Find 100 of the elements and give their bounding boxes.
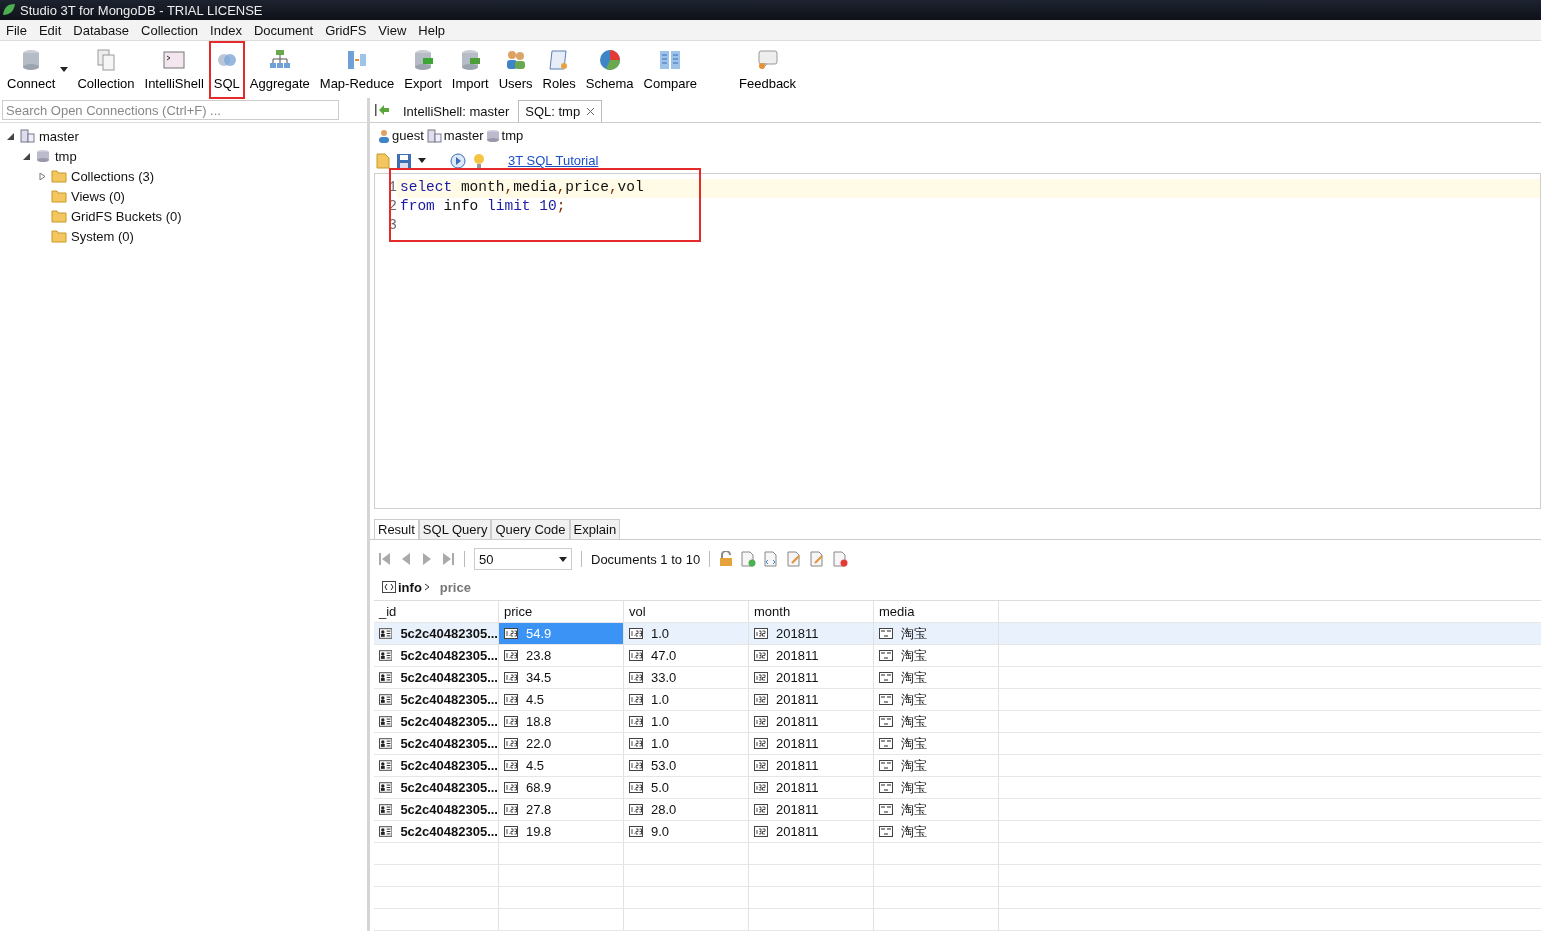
table-cell[interactable]: 淘宝: [874, 777, 999, 798]
toolbar-button[interactable]: Users: [493, 40, 538, 99]
table-cell[interactable]: 22.0: [499, 733, 624, 754]
table-cell[interactable]: 201811: [749, 623, 874, 644]
toolbar-button[interactable]: Aggregate: [244, 40, 315, 99]
menu-item[interactable]: Edit: [32, 22, 68, 38]
menu-item[interactable]: Collection: [135, 22, 205, 38]
caret-icon[interactable]: [559, 556, 567, 562]
table-cell[interactable]: 27.8: [499, 799, 624, 820]
menu-item[interactable]: Document: [247, 22, 320, 38]
table-cell[interactable]: 47.0: [624, 645, 749, 666]
table-cell[interactable]: 淘宝: [874, 667, 999, 688]
table-row[interactable]: 5c2c40482305... 4.5 1.0 201811 淘宝: [374, 689, 1541, 711]
tree-item[interactable]: Collections (3): [71, 168, 155, 184]
column-header[interactable]: media: [874, 601, 999, 622]
table-cell[interactable]: 1.0: [624, 711, 749, 732]
column-header[interactable]: _id: [374, 601, 499, 622]
toolbar-button[interactable]: Export: [399, 40, 447, 99]
table-cell[interactable]: 淘宝: [874, 799, 999, 820]
collection-name[interactable]: info: [398, 579, 422, 595]
table-cell[interactable]: 23.8: [499, 645, 624, 666]
search-field[interactable]: Search Open Connections (Ctrl+F) ...: [2, 100, 339, 120]
table-cell[interactable]: 4.5: [499, 689, 624, 710]
menu-item[interactable]: GridFS: [319, 22, 373, 38]
table-cell[interactable]: 201811: [749, 689, 874, 710]
table-cell[interactable]: 淘宝: [874, 711, 999, 732]
menu-item[interactable]: Database: [67, 22, 135, 38]
result-tab[interactable]: Query Code: [491, 519, 570, 540]
tree-item[interactable]: GridFS Buckets (0): [71, 208, 182, 224]
table-row[interactable]: 5c2c40482305... 19.8 9.0 201811 淘宝: [374, 821, 1541, 843]
result-tab[interactable]: Result: [374, 519, 419, 540]
table-cell[interactable]: 201811: [749, 733, 874, 754]
caret-icon[interactable]: [418, 158, 426, 164]
table-row[interactable]: 5c2c40482305... 27.8 28.0 201811 淘宝: [374, 799, 1541, 821]
toolbar-button[interactable]: Import: [446, 40, 494, 99]
table-cell[interactable]: 4.5: [499, 755, 624, 776]
table-cell[interactable]: 1.0: [624, 733, 749, 754]
table-row[interactable]: 5c2c40482305... 22.0 1.0 201811 淘宝: [374, 733, 1541, 755]
table-cell[interactable]: 18.8: [499, 711, 624, 732]
table-row[interactable]: 5c2c40482305... 18.8 1.0 201811 淘宝: [374, 711, 1541, 733]
tree-item[interactable]: Views (0): [71, 188, 125, 204]
result-tab[interactable]: SQL Query: [418, 519, 492, 540]
table-cell[interactable]: 5c2c40482305...: [374, 755, 499, 776]
expander-icon[interactable]: [22, 152, 31, 160]
table-cell[interactable]: 201811: [749, 799, 874, 820]
toolbar-button[interactable]: Schema: [580, 40, 639, 99]
menu-item[interactable]: File: [0, 22, 33, 38]
table-cell[interactable]: 9.0: [624, 821, 749, 842]
table-cell[interactable]: 1.0: [624, 689, 749, 710]
table-cell[interactable]: 淘宝: [874, 689, 999, 710]
table-cell[interactable]: 68.9: [499, 777, 624, 798]
tree-item[interactable]: System (0): [71, 228, 134, 244]
table-cell[interactable]: 5c2c40482305...: [374, 711, 499, 732]
editor-tab[interactable]: IntelliShell: master: [396, 99, 517, 122]
delete-documents-icon[interactable]: [832, 551, 849, 568]
table-cell[interactable]: 5c2c40482305...: [374, 689, 499, 710]
table-cell[interactable]: 淘宝: [874, 821, 999, 842]
menu-item[interactable]: View: [372, 22, 413, 38]
toolbar-button[interactable]: Connect: [2, 40, 61, 99]
toolbar-button[interactable]: SQL: [208, 40, 245, 99]
caret-icon[interactable]: [60, 67, 69, 72]
toolbar-button[interactable]: Map-Reduce: [314, 40, 400, 99]
result-tab[interactable]: Explain: [569, 519, 621, 540]
table-cell[interactable]: 5.0: [624, 777, 749, 798]
tree-item[interactable]: master: [39, 128, 79, 144]
table-row[interactable]: 5c2c40482305... 68.9 5.0 201811 淘宝: [374, 777, 1541, 799]
table-cell[interactable]: 19.8: [499, 821, 624, 842]
table-cell[interactable]: 1.0: [624, 623, 749, 644]
page-size-dropdown[interactable]: 50: [474, 548, 572, 571]
run-icon[interactable]: [450, 152, 466, 169]
table-cell[interactable]: 5c2c40482305...: [374, 821, 499, 842]
toolbar-button[interactable]: Feedback: [734, 40, 802, 99]
code-document-icon[interactable]: [763, 551, 780, 568]
menu-item[interactable]: Help: [412, 22, 452, 38]
tree-item[interactable]: tmp: [55, 148, 77, 164]
table-cell[interactable]: 34.5: [499, 667, 624, 688]
table-cell[interactable]: 201811: [749, 667, 874, 688]
menu-item[interactable]: Index: [204, 22, 248, 38]
table-cell[interactable]: 5c2c40482305...: [374, 799, 499, 820]
edit-document-icon[interactable]: [786, 551, 803, 568]
table-cell[interactable]: 5c2c40482305...: [374, 667, 499, 688]
table-cell[interactable]: 201811: [749, 711, 874, 732]
edit-documents-icon[interactable]: [809, 551, 826, 568]
column-header[interactable]: vol: [624, 601, 749, 622]
lock-icon[interactable]: [719, 551, 734, 568]
add-document-icon[interactable]: [740, 551, 757, 568]
open-file-icon[interactable]: [376, 152, 390, 169]
table-cell[interactable]: 33.0: [624, 667, 749, 688]
table-cell[interactable]: 28.0: [624, 799, 749, 820]
tutorial-link[interactable]: 3T SQL Tutorial: [508, 153, 599, 169]
editor-tab[interactable]: SQL: tmp: [518, 99, 603, 122]
first-page-icon[interactable]: [378, 552, 392, 567]
table-cell[interactable]: 201811: [749, 755, 874, 776]
table-row[interactable]: 5c2c40482305... 34.5 33.0 201811 淘宝: [374, 667, 1541, 689]
toolbar-button[interactable]: Collection: [72, 40, 140, 99]
lightbulb-icon[interactable]: [472, 152, 486, 169]
last-page-icon[interactable]: [441, 552, 455, 567]
table-cell[interactable]: 201811: [749, 777, 874, 798]
table-cell[interactable]: 5c2c40482305...: [374, 777, 499, 798]
table-cell[interactable]: 淘宝: [874, 623, 999, 644]
